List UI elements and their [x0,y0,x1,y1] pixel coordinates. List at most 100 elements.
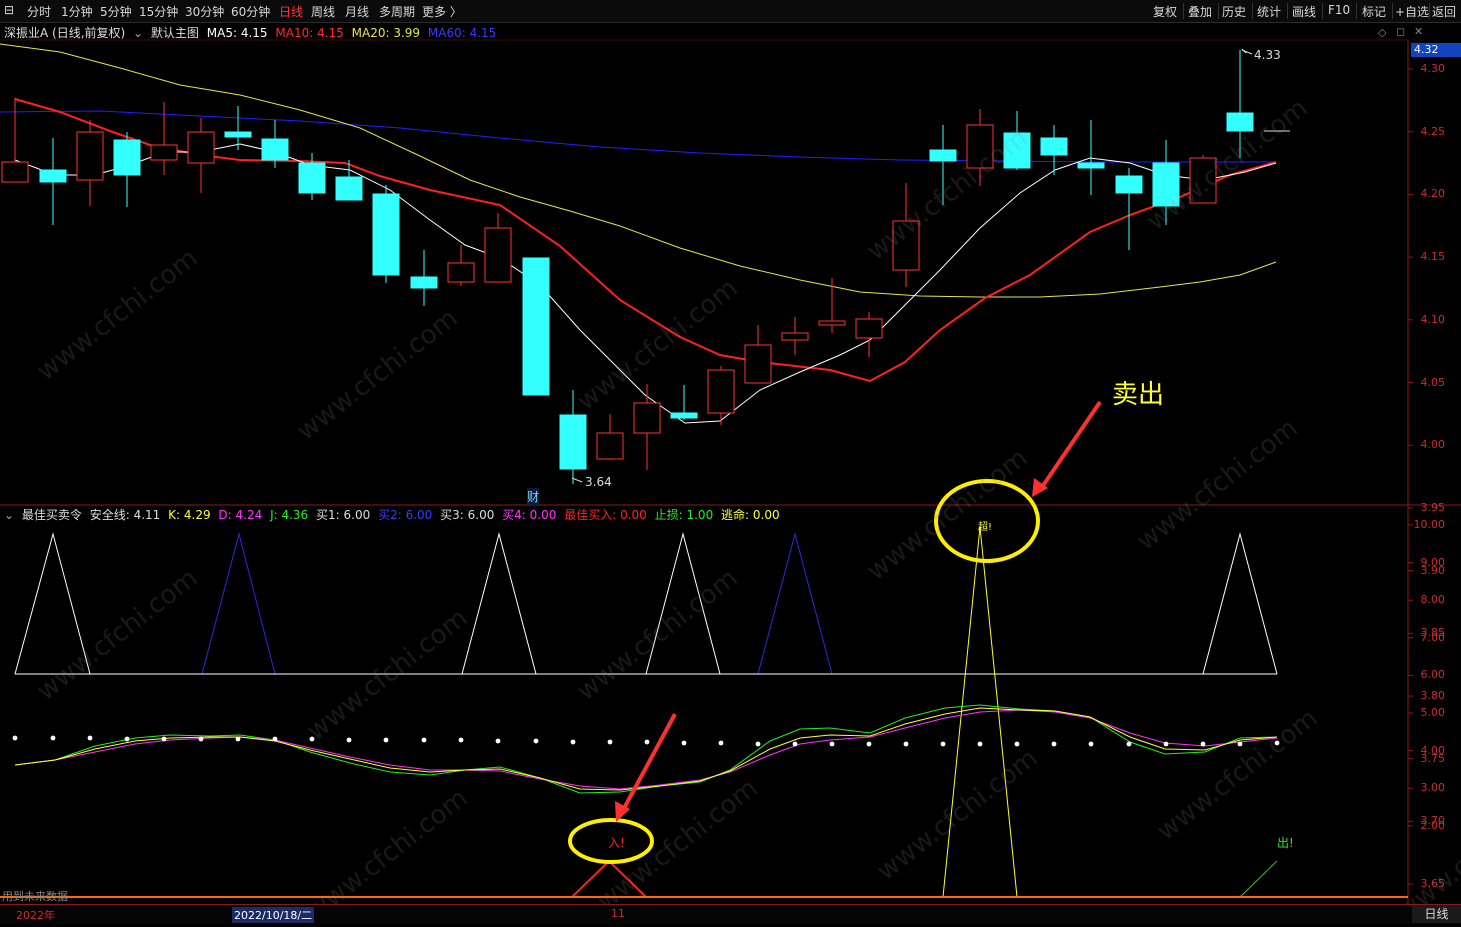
d-line [14,709,1278,790]
indicator-name[interactable]: 最佳买卖令 [22,508,82,522]
k-value: K: 4.29 [168,508,211,522]
safe-line-value: 安全线: 4.11 [89,508,161,522]
best-buy-value: 最佳买入: 0.00 [564,508,647,522]
indicator-tick-label: 3.00 [1420,781,1446,795]
period-tab[interactable]: 日线 [1412,905,1461,923]
price-tick-label: 4.05 [1420,375,1446,389]
candle-up [855,318,883,339]
best-buy-spike [571,859,647,898]
safe-dot [866,741,872,747]
financial-report-marker[interactable]: 财 [527,488,540,505]
buy1-value: 买1: 6.00 [316,508,371,522]
candle-up [892,220,920,271]
safe-dot [458,737,464,743]
candle-up [633,402,661,434]
safe-dot [940,741,946,747]
safe-dot [1088,741,1094,747]
safe-dot [12,735,18,741]
buy2-value: 买2: 6.00 [378,508,433,522]
candle-down [261,138,289,161]
candle-up [447,262,475,283]
safe-dot [495,738,501,744]
candle-up [781,332,809,341]
safe-dot [644,739,650,745]
price-tick-label: 4.25 [1420,124,1446,138]
indicator-dropdown-icon[interactable]: ⌄ [4,508,14,522]
safe-dot [829,741,835,747]
safe-dot [681,740,687,746]
candle-down [1115,175,1143,194]
candle-down [929,149,957,162]
buy4-value: 买4: 0.00 [502,508,557,522]
safe-dot [421,737,427,743]
safe-dot [718,740,724,746]
indicator-tick-label: 9.00 [1420,555,1446,569]
price-tick-label: 3.95 [1420,500,1446,514]
candle-down [224,131,252,138]
sell-signal-mark: 出! [1277,836,1294,850]
candle-up [150,144,178,161]
kline-chart[interactable] [0,0,1461,923]
candle-up [1,161,29,183]
sell-arrow-shaft [1038,400,1102,492]
stop-loss-value: 止损: 1.00 [654,508,714,522]
safe-dot [1237,741,1243,747]
d-value: D: 4.24 [218,508,263,522]
price-tick-label: 4.15 [1420,250,1446,264]
safe-dot [1014,741,1020,747]
time-axis: 2022年 2022/10/18/二 11 日线 [0,904,1461,924]
candle-down [113,139,141,176]
safe-dot [570,739,576,745]
candle-up [744,344,772,384]
price-tick-label: 4.20 [1420,187,1446,201]
safe-dot [1126,741,1132,747]
safe-dot [346,737,352,743]
candles-layer [1,50,1290,484]
indicator-tick-label: 8.00 [1420,593,1446,607]
buy1-triangles [14,532,1278,675]
safe-dot [1163,741,1169,747]
safe-dot [1200,741,1206,747]
price-axis [1408,68,1413,885]
candle-down [670,412,698,419]
safe-dot [235,736,241,742]
buy3-value: 买3: 6.00 [440,508,495,522]
candle-up [966,124,994,169]
indicator-tick-label: 7.00 [1420,630,1446,644]
safe-dot [607,739,613,745]
high-price-label: 4.33 [1254,48,1281,62]
cursor-date-label: 2022/10/18/二 [232,907,315,923]
safe-dot [87,735,93,741]
top-signal-mark: 超! [978,522,993,533]
safe-dot [755,741,761,747]
year-label: 2022年 [16,909,55,922]
candle-up [76,131,104,181]
future-data-note: 用到未来数据 [2,890,68,903]
candle-down [559,414,587,470]
candle-down [298,162,326,194]
sell-annotation: 卖出 [1112,380,1165,410]
safe-dot [50,735,56,741]
candle-up [707,369,735,414]
candle-down [522,257,550,396]
buy-arrow-shaft [620,713,677,813]
candle-down [39,169,67,183]
indicator-tick-label: 10.00 [1413,518,1446,531]
month-label: 11 [611,907,625,920]
candle-down [372,193,400,276]
candle-down [1003,132,1031,169]
safe-dot [533,738,539,744]
candle-up [596,432,624,460]
safe-dot [1051,741,1057,747]
indicator-tick-label: 4.00 [1420,743,1446,757]
ma20-line [0,43,1277,298]
safe-dot [1274,740,1280,746]
price-tick-label: 3.80 [1420,689,1446,702]
k-line [14,707,1278,791]
candle-up [818,320,846,326]
candle-up [187,131,215,164]
safe-dot [309,736,315,742]
ma5-line [14,143,1277,424]
safe-dot [124,736,130,742]
safe-dot [383,737,389,743]
